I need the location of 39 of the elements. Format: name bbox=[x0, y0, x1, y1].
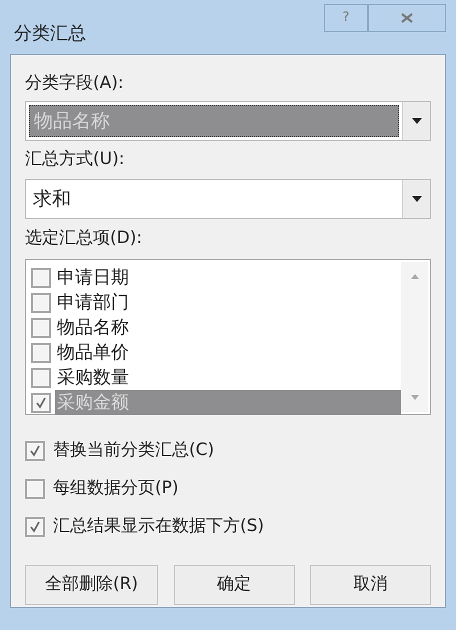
window-title: 分类汇总 bbox=[13, 22, 86, 46]
checkbox[interactable] bbox=[31, 268, 51, 288]
dropdown-value: 物品名称 bbox=[29, 105, 399, 137]
scroll-down-icon[interactable] bbox=[410, 395, 418, 400]
list-item[interactable]: 申请部门 bbox=[55, 290, 401, 315]
field-label: 分类字段(A): bbox=[25, 72, 125, 96]
dropdown-arrow-button[interactable] bbox=[402, 102, 430, 140]
checkbox[interactable] bbox=[25, 479, 45, 499]
scrollbar[interactable] bbox=[401, 262, 428, 412]
dropdown-arrow-button[interactable] bbox=[402, 180, 430, 218]
list-item[interactable]: 物品单价 bbox=[55, 340, 401, 365]
checkbox-label: 每组数据分页(P) bbox=[53, 477, 179, 500]
dialog-button[interactable]: 取消 bbox=[310, 565, 431, 605]
checkmark-icon bbox=[29, 445, 41, 457]
field-label: 选定汇总项(D): bbox=[25, 227, 144, 250]
caret-down-icon bbox=[412, 196, 422, 202]
checkbox-label: 替换当前分类汇总(C) bbox=[53, 439, 214, 462]
list-item[interactable]: 物品名称 bbox=[55, 315, 401, 340]
checkbox[interactable] bbox=[25, 517, 45, 537]
checkbox[interactable] bbox=[31, 342, 51, 362]
scroll-up-icon[interactable] bbox=[410, 274, 418, 279]
dropdown-value: 求和 bbox=[32, 186, 72, 212]
checkbox[interactable] bbox=[31, 292, 51, 312]
close-button[interactable] bbox=[368, 4, 446, 32]
list-item[interactable]: 采购数量 bbox=[55, 365, 401, 390]
caret-down-icon bbox=[412, 118, 422, 124]
checkbox[interactable] bbox=[31, 318, 51, 338]
checkbox[interactable] bbox=[31, 368, 51, 388]
checkbox[interactable] bbox=[25, 441, 45, 461]
field-label: 汇总方式(U): bbox=[25, 148, 126, 172]
dialog-button[interactable]: 全部删除(R) bbox=[25, 565, 158, 605]
checkmark-icon bbox=[29, 521, 41, 533]
checkbox[interactable] bbox=[31, 392, 51, 412]
checkmark-icon bbox=[35, 396, 47, 408]
dialog-button[interactable]: 确定 bbox=[174, 565, 294, 605]
close-icon bbox=[401, 13, 413, 23]
list-item[interactable]: 申请日期 bbox=[55, 265, 401, 290]
checkbox-label: 汇总结果显示在数据下方(S) bbox=[53, 515, 264, 538]
dropdown[interactable]: 求和 bbox=[25, 179, 431, 219]
